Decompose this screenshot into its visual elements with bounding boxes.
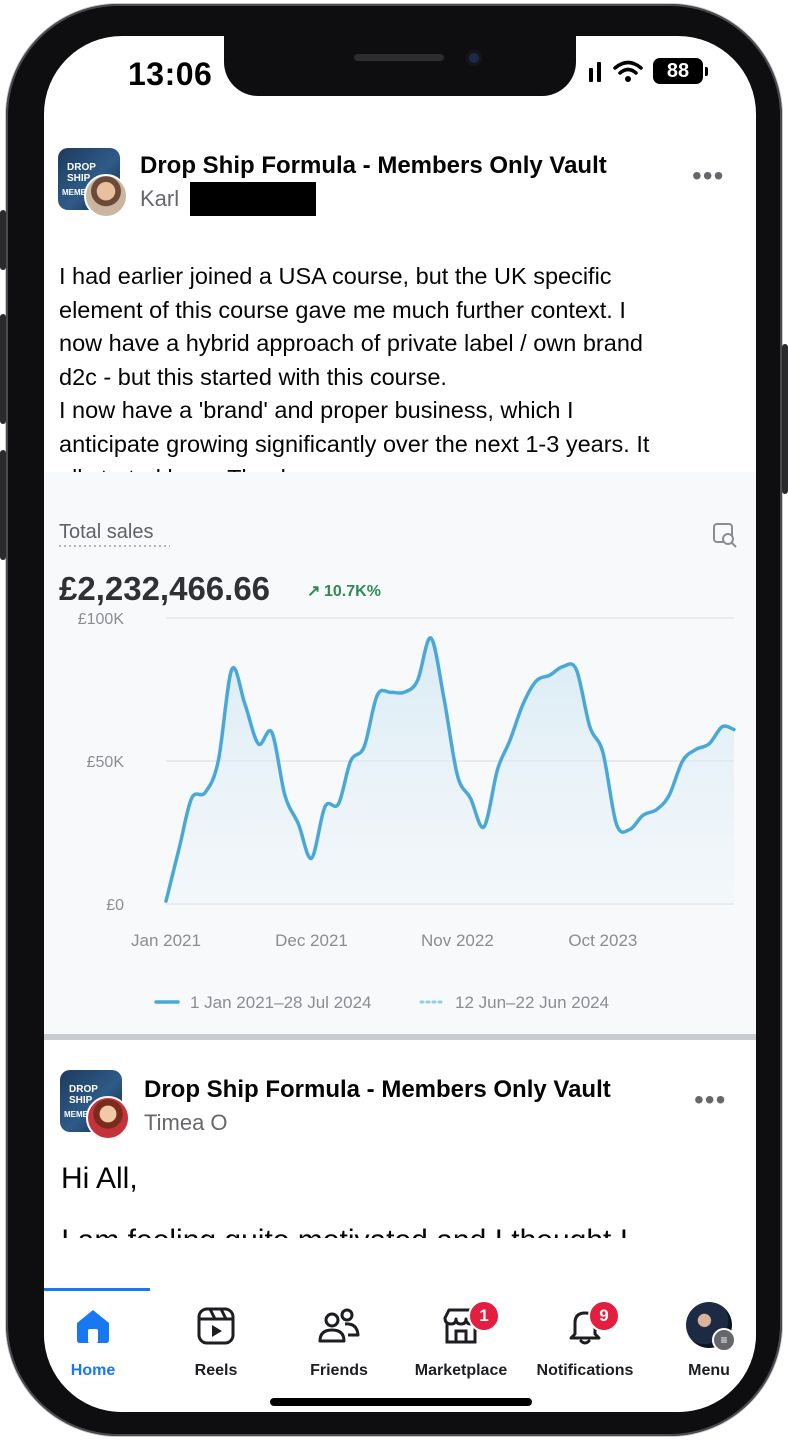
nav-menu[interactable]: ≡ Menu	[654, 1302, 756, 1379]
y-tick-label: £100K	[78, 611, 125, 628]
power-button	[782, 344, 788, 494]
friends-icon	[318, 1308, 360, 1343]
profile-avatar: ≡	[686, 1302, 736, 1352]
battery-tip	[705, 66, 708, 76]
reels-icon	[197, 1307, 235, 1345]
sales-chart-card: Total sales £2,232,466.66 ↗ 10.7K% £0 £50…	[44, 472, 756, 1034]
menu-hamburger-icon: ≡	[712, 1328, 736, 1352]
signal-icon	[589, 62, 601, 82]
bottom-navigation: Home Reels Friends 1 Marketplace 9 Notif…	[44, 1288, 756, 1412]
status-icons: 88	[589, 58, 708, 84]
group-avatar-2[interactable]: DROP SHIP MEMBERS	[60, 1070, 130, 1140]
post-preview-text: I am feeling quite motivated and I thoug…	[61, 1224, 751, 1238]
volume-down-button	[0, 450, 6, 560]
volume-up-button	[0, 314, 6, 424]
x-tick-label: Nov 2022	[421, 931, 494, 950]
x-tick-label: Oct 2023	[568, 931, 637, 950]
mute-switch	[0, 210, 6, 270]
active-tab-indicator	[44, 1288, 150, 1291]
nav-notifications[interactable]: 9 Notifications	[530, 1300, 640, 1379]
legend-label-primary: 1 Jan 2021–28 Jul 2024	[190, 993, 372, 1012]
author-avatar	[84, 174, 128, 218]
nav-notifications-label: Notifications	[536, 1362, 634, 1379]
y-tick-label: £50K	[87, 754, 125, 771]
total-sales-value: £2,232,466.66	[59, 570, 270, 607]
battery-indicator: 88	[653, 58, 703, 84]
x-tick-label: Jan 2021	[131, 931, 201, 950]
home-icon	[77, 1310, 109, 1343]
nav-menu-label: Menu	[688, 1362, 730, 1379]
speaker	[354, 54, 444, 61]
nav-home[interactable]: Home	[44, 1306, 148, 1379]
nav-marketplace-label: Marketplace	[414, 1362, 508, 1379]
post-body: I had earlier joined a USA course, but t…	[59, 263, 650, 491]
more-options-icon[interactable]: •••	[692, 160, 724, 192]
feed-divider	[44, 1034, 756, 1040]
notch	[224, 36, 576, 96]
marketplace-badge: 1	[468, 1300, 500, 1332]
nav-friends-label: Friends	[310, 1362, 368, 1379]
post-author-name-2[interactable]: Timea O	[144, 1110, 228, 1136]
post-group-name[interactable]: Drop Ship Formula - Members Only Vault	[140, 152, 607, 180]
redaction-bar	[190, 182, 316, 216]
front-camera	[466, 50, 482, 66]
nav-home-label: Home	[70, 1362, 116, 1379]
sales-change-arrow-icon: ↗	[307, 583, 320, 600]
nav-reels[interactable]: Reels	[161, 1306, 271, 1379]
home-indicator	[270, 1398, 532, 1406]
nav-reels-label: Reels	[194, 1362, 238, 1379]
more-options-icon-2[interactable]: •••	[694, 1084, 726, 1116]
notifications-badge: 9	[588, 1300, 620, 1332]
post-preview-clip: I am feeling quite motivated and I thoug…	[61, 1224, 751, 1238]
chart-title: Total sales	[59, 521, 154, 543]
sales-change-percent: 10.7K%	[324, 583, 381, 600]
status-time: 13:06	[128, 56, 213, 92]
screen: 13:06 88 DROP SHIP MEMBERS Drop Ship For…	[44, 36, 756, 1412]
x-tick-label: Dec 2021	[275, 931, 348, 950]
y-tick-label: £0	[106, 897, 124, 914]
nav-marketplace[interactable]: 1 Marketplace	[406, 1300, 516, 1379]
chart-insight-icon[interactable]	[713, 523, 737, 548]
post-greeting: Hi All,	[61, 1162, 138, 1195]
post-group-name-2[interactable]: Drop Ship Formula - Members Only Vault	[144, 1076, 611, 1104]
author-avatar-2	[86, 1096, 130, 1140]
nav-friends[interactable]: Friends	[284, 1306, 394, 1379]
sales-chart: Total sales £2,232,466.66 ↗ 10.7K% £0 £50…	[59, 521, 737, 1012]
legend-label-comparison: 12 Jun–22 Jun 2024	[455, 993, 609, 1012]
wifi-icon	[613, 60, 643, 82]
phone-frame: 13:06 88 DROP SHIP MEMBERS Drop Ship For…	[0, 4, 788, 1436]
group-avatar[interactable]: DROP SHIP MEMBERS	[58, 148, 128, 218]
sales-area-fill	[166, 637, 734, 904]
post-author-name[interactable]: Karl	[140, 186, 179, 212]
